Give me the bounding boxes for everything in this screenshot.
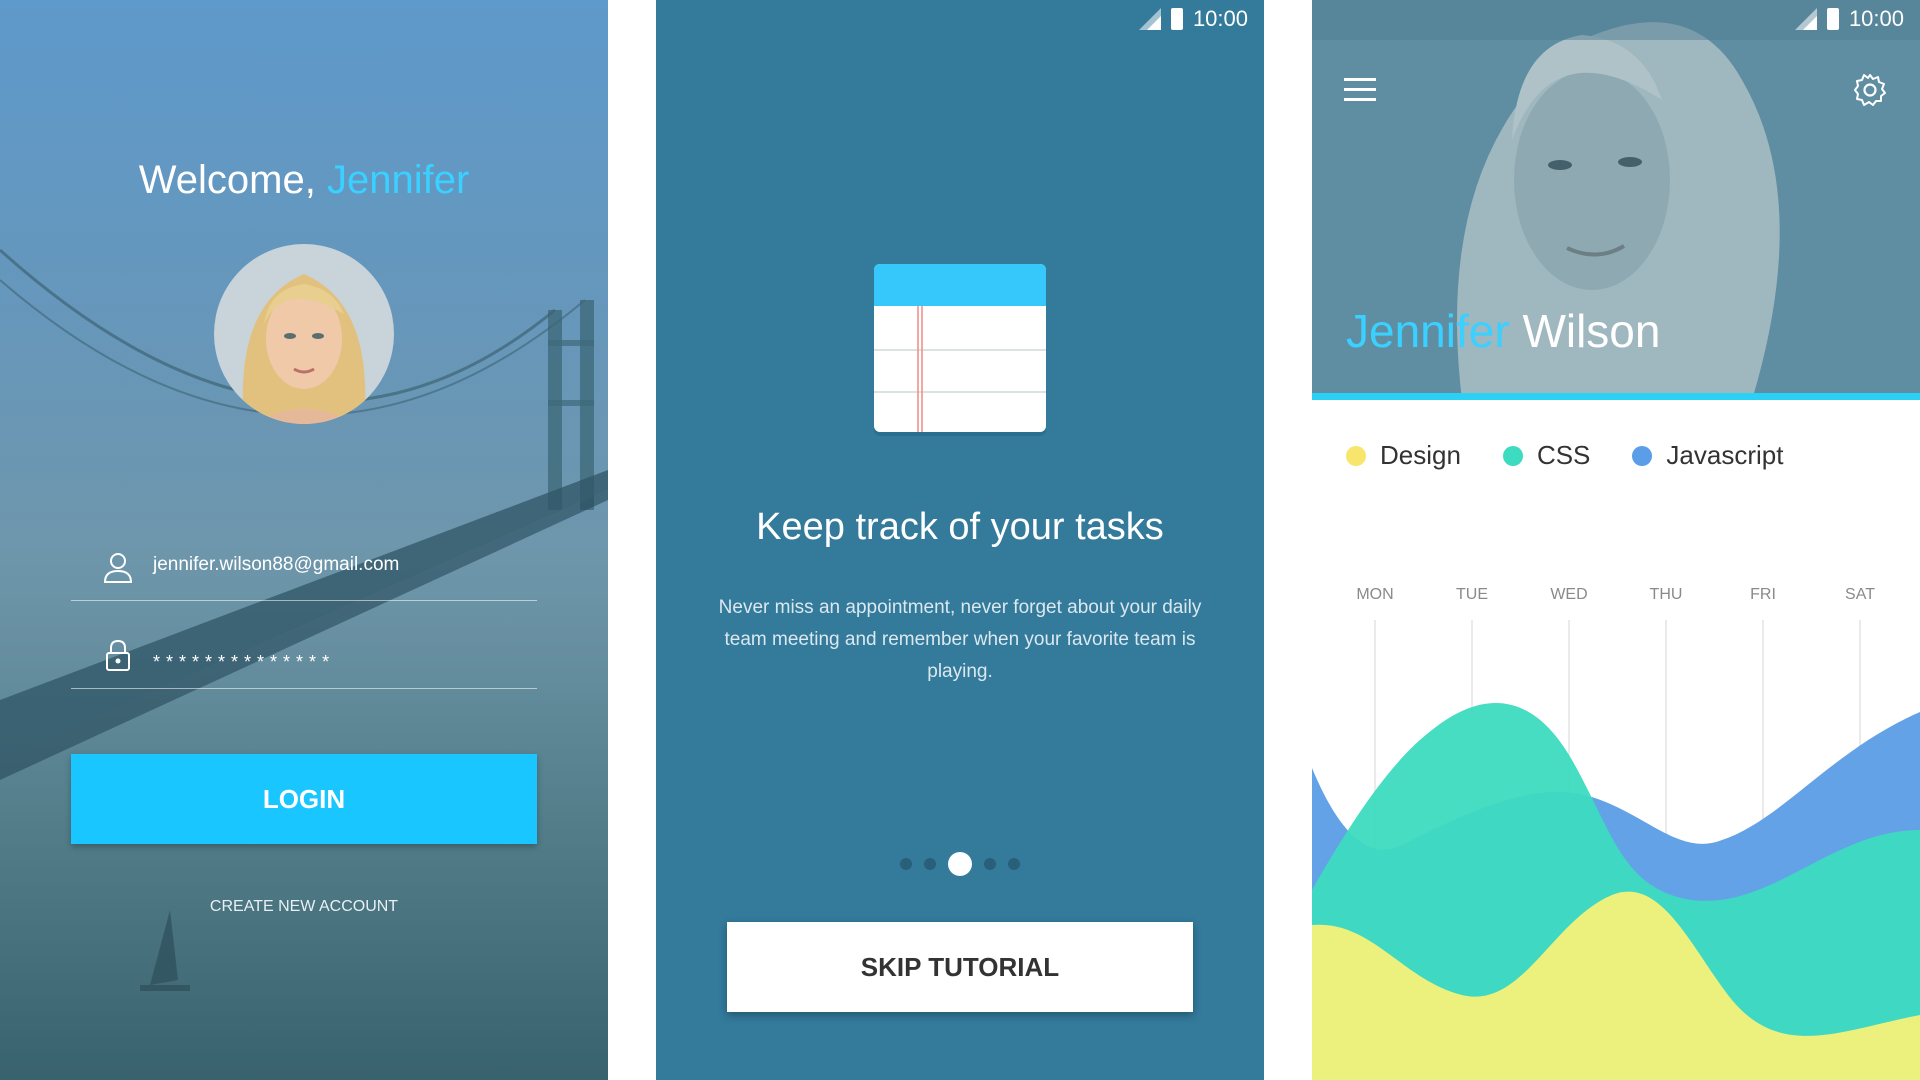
tutorial-body: Never miss an appointment, never forget … [718,597,1202,682]
day-label: TUE [1456,586,1488,603]
welcome-prefix: Welcome, [138,158,316,202]
profile-screen: 10:00 Jennifer Wilson Design CSS Javascr… [1312,0,1920,1080]
lock-icon [106,639,130,671]
day-label: SAT [1845,586,1875,603]
last-name: Wilson [1522,305,1661,357]
email-field[interactable]: jennifer.wilson88@gmail.com [71,540,537,601]
first-name: Jennifer [1346,305,1510,357]
signal-icon [1138,8,1161,30]
signal-icon [1794,8,1817,30]
tutorial-screen: 10:00 Keep track of your tasks Never mis… [656,0,1264,1080]
create-account-link[interactable]: CREATE NEW ACCOUNT [0,898,608,916]
day-label: FRI [1750,586,1776,603]
avatar [214,244,394,424]
skip-tutorial-button[interactable]: SKIP TUTORIAL [727,922,1193,1012]
legend-swatch [1346,445,1366,466]
page-indicator [656,852,1264,876]
login-button[interactable]: LOGIN [71,754,537,844]
page-dot[interactable] [924,858,936,870]
day-label: THU [1649,586,1683,603]
legend-label: Design [1380,440,1461,470]
day-label: WED [1550,586,1588,603]
profile-hero: 10:00 Jennifer Wilson [1312,0,1920,400]
status-bar: 10:00 [1794,6,1904,32]
welcome-name: Jennifer [326,158,470,202]
battery-icon [1826,8,1839,30]
hero-accent-bar [1312,393,1920,400]
page-dot[interactable] [900,858,912,870]
activity-chart [1312,620,1920,1080]
day-label: MON [1356,586,1394,603]
profile-name: Jennifer Wilson [1346,304,1660,358]
legend-label: CSS [1536,440,1591,470]
legend-item-css: CSS [1502,440,1591,471]
legend-swatch [1632,445,1653,466]
gear-icon[interactable] [1852,72,1888,108]
password-field[interactable]: ************** [71,628,537,689]
email-value: jennifer.wilson88@gmail.com [153,554,400,575]
legend-item-design: Design [1346,440,1461,471]
page-dot-active[interactable] [948,852,972,876]
battery-icon [1170,8,1183,30]
legend-label: Javascript [1666,440,1784,470]
status-time: 10:00 [1848,6,1904,31]
notepad-icon [874,264,1046,436]
password-value: ************** [153,652,336,672]
tutorial-title: Keep track of your tasks [756,506,1164,548]
login-screen: Welcome, Jennifer jennifer.wilson88@gmai… [0,0,608,1080]
status-bar: 10:00 [1138,6,1248,32]
welcome-heading: Welcome, Jennifer [0,158,608,203]
menu-icon[interactable] [1344,78,1376,102]
user-icon [103,553,133,583]
status-time: 10:00 [1192,6,1248,31]
page-dot[interactable] [1008,858,1020,870]
page-dot[interactable] [984,858,996,870]
legend-item-javascript: Javascript [1632,440,1783,471]
chart-legend: Design CSS Javascript [1346,440,1783,471]
legend-swatch [1502,445,1523,466]
